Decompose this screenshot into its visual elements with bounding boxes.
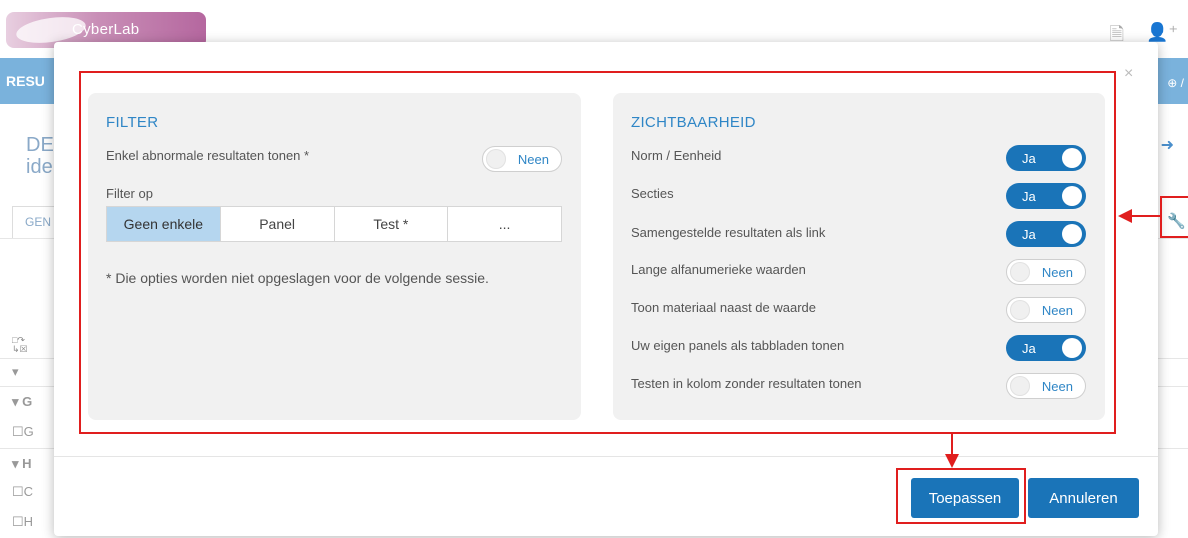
nav-right-icon[interactable]: ⊕ / (1167, 76, 1184, 90)
footer-divider (54, 456, 1158, 457)
close-icon[interactable]: × (1124, 65, 1133, 83)
checkbox-toggle-icon[interactable]: □↷ ↳☒ (12, 336, 28, 354)
annotation-arrowhead-left (1118, 209, 1132, 223)
logo-text: CyberLab (72, 21, 140, 38)
annotation-box-apply (896, 468, 1026, 524)
list-item[interactable]: ☐C (12, 484, 33, 500)
group-row[interactable]: ▾ H (12, 456, 32, 472)
annotation-arrow-line-left (1130, 215, 1160, 217)
page-title-line2: ide (26, 156, 53, 178)
list-item[interactable]: ☐H (12, 514, 33, 530)
list-item[interactable]: ☐G (12, 424, 34, 440)
annotation-box-settings (79, 71, 1116, 434)
arrow-circle-right-icon[interactable]: ➜ (1161, 135, 1174, 155)
annotation-box-wrench (1160, 196, 1188, 238)
group-row[interactable]: ▾ G (12, 394, 32, 410)
annotation-arrow-line-down (951, 434, 953, 456)
cancel-button[interactable]: Annuleren (1028, 478, 1139, 518)
annotation-arrowhead-down (945, 454, 959, 468)
page-title: DE ide (26, 134, 54, 178)
page-title-line1: DE (26, 134, 54, 156)
nav-label[interactable]: RESU (6, 73, 45, 89)
collapse-icon[interactable]: ▾ (12, 364, 19, 380)
